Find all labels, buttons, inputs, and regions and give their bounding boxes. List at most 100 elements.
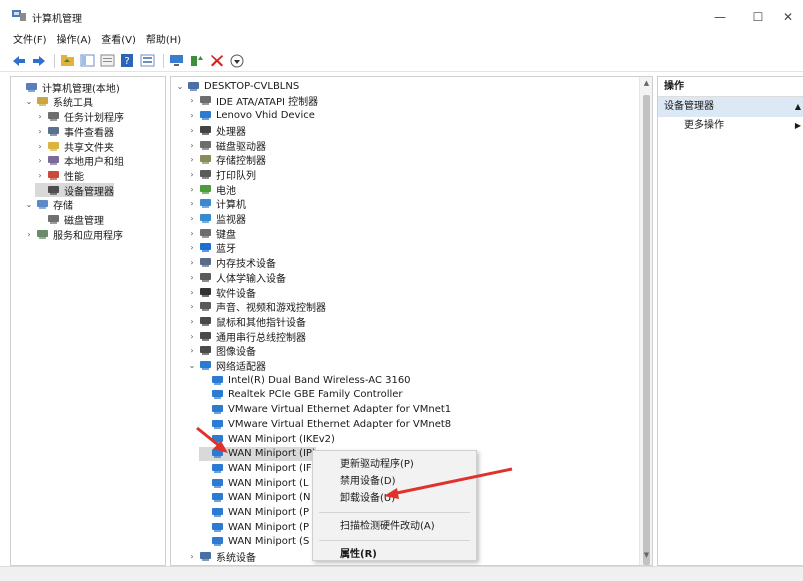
- back-icon[interactable]: [10, 53, 27, 69]
- device-tree-item[interactable]: › 磁盘驱动器: [187, 138, 266, 153]
- nav-tree-item[interactable]: 磁盘管理: [35, 212, 104, 227]
- expand-chevron-icon[interactable]: ›: [187, 288, 197, 297]
- collapse-chevron-icon[interactable]: ⌄: [175, 82, 185, 91]
- expand-chevron-icon[interactable]: ›: [187, 214, 197, 223]
- nav-tree-item[interactable]: 设备管理器: [35, 182, 114, 198]
- device-tree-item[interactable]: WAN Miniport (S: [199, 535, 309, 550]
- expand-chevron-icon[interactable]: ›: [35, 127, 45, 136]
- menu-action[interactable]: 操作(A): [52, 32, 97, 50]
- device-tree-item[interactable]: › 监视器: [187, 211, 246, 226]
- expand-chevron-icon[interactable]: ›: [35, 156, 45, 165]
- help-icon[interactable]: ?: [119, 53, 136, 69]
- properties-icon[interactable]: [99, 53, 116, 69]
- device-tree-item[interactable]: › 蓝牙: [187, 241, 236, 255]
- device-tree-item[interactable]: VMware Virtual Ethernet Adapter for VMne…: [199, 417, 451, 432]
- device-tree-item[interactable]: › 打印队列: [187, 167, 256, 182]
- device-tree-item[interactable]: › 声音、视频和游戏控制器: [187, 300, 326, 314]
- device-tree-item[interactable]: › 鼠标和其他指针设备: [187, 314, 306, 329]
- nav-tree-item[interactable]: › 服务和应用程序: [24, 227, 123, 242]
- collapse-arrow-icon[interactable]: ▲: [795, 97, 801, 117]
- action-section-device-manager[interactable]: 设备管理器 ▲: [658, 97, 803, 117]
- close-button[interactable]: ✕: [768, 6, 803, 28]
- up-folder-icon[interactable]: [59, 53, 76, 69]
- expand-chevron-icon[interactable]: ›: [187, 346, 197, 355]
- device-tree-item[interactable]: WAN Miniport (P: [199, 520, 309, 535]
- expand-chevron-icon[interactable]: ›: [187, 126, 197, 135]
- menu-help[interactable]: 帮助(H): [141, 32, 186, 50]
- collapse-chevron-icon[interactable]: ⌄: [24, 97, 34, 106]
- expand-chevron-icon[interactable]: ›: [35, 171, 45, 180]
- forward-icon[interactable]: [30, 53, 47, 69]
- device-tree-item[interactable]: › IDE ATA/ATAPI 控制器: [187, 94, 318, 108]
- expand-chevron-icon[interactable]: ›: [187, 258, 197, 267]
- nav-tree-item[interactable]: › 任务计划程序: [35, 109, 124, 124]
- device-tree-item[interactable]: › 内存技术设备: [187, 255, 276, 270]
- enable-device-icon[interactable]: [228, 53, 245, 69]
- properties-menu-item[interactable]: 属性(R): [313, 546, 476, 563]
- expand-chevron-icon[interactable]: ›: [187, 552, 197, 561]
- device-tree-item[interactable]: VMware Virtual Ethernet Adapter for VMne…: [199, 402, 451, 417]
- expand-chevron-icon[interactable]: ›: [187, 111, 197, 120]
- device-tree-item[interactable]: Intel(R) Dual Band Wireless-AC 3160: [199, 373, 411, 388]
- device-tree-item[interactable]: WAN Miniport (IP): [199, 446, 316, 462]
- uninstall-device-menu-item[interactable]: 卸载设备(U): [313, 490, 476, 507]
- device-tree-item[interactable]: WAN Miniport (N: [199, 491, 310, 506]
- nav-tree-item[interactable]: ⌄ 系统工具: [24, 95, 93, 109]
- more-actions-link[interactable]: 更多操作 ▶: [658, 117, 803, 135]
- device-tree-item[interactable]: › 存储控制器: [187, 153, 266, 167]
- device-tree-item[interactable]: ⌄ 网络适配器: [187, 358, 266, 373]
- device-tree-item[interactable]: › 键盘: [187, 226, 236, 241]
- menu-view[interactable]: 查看(V): [96, 32, 141, 50]
- device-tree-item[interactable]: WAN Miniport (L: [199, 476, 309, 491]
- disable-device-menu-item[interactable]: 禁用设备(D): [313, 473, 476, 490]
- expand-chevron-icon[interactable]: ›: [187, 96, 197, 105]
- device-tree-item[interactable]: ⌄ DESKTOP-CVLBLNS: [175, 79, 300, 94]
- expand-chevron-icon[interactable]: ›: [35, 112, 45, 121]
- expand-chevron-icon[interactable]: ›: [187, 302, 197, 311]
- show-hide-tree-icon[interactable]: [79, 53, 96, 69]
- expand-chevron-icon[interactable]: ›: [24, 230, 34, 239]
- scan-monitor-icon[interactable]: [168, 53, 185, 69]
- uninstall-icon[interactable]: [208, 53, 225, 69]
- view-icon[interactable]: [139, 53, 156, 69]
- scan-hardware-menu-item[interactable]: 扫描检测硬件改动(A): [313, 518, 476, 535]
- expand-chevron-icon[interactable]: ›: [187, 170, 197, 179]
- nav-tree-item[interactable]: › 共享文件夹: [35, 139, 114, 154]
- device-tree-scrollbar[interactable]: ▲ ▼: [639, 77, 652, 565]
- expand-chevron-icon[interactable]: ›: [187, 141, 197, 150]
- expand-chevron-icon[interactable]: ›: [187, 229, 197, 238]
- scroll-down-icon[interactable]: ▼: [640, 551, 652, 563]
- minimize-button[interactable]: —: [700, 6, 740, 28]
- device-tree-item[interactable]: › 处理器: [187, 123, 246, 138]
- collapse-chevron-icon[interactable]: ⌄: [24, 200, 34, 209]
- menu-file[interactable]: 文件(F): [8, 32, 52, 50]
- device-tree-item[interactable]: › 系统设备: [187, 549, 256, 564]
- expand-chevron-icon[interactable]: ›: [187, 185, 197, 194]
- device-tree-item[interactable]: Realtek PCIe GBE Family Controller: [199, 388, 403, 403]
- nav-tree-item[interactable]: › 事件查看器: [35, 124, 114, 139]
- device-tree-item[interactable]: › 通用串行总线控制器: [187, 329, 306, 344]
- device-tree-item[interactable]: WAN Miniport (IF: [199, 461, 312, 476]
- nav-tree-item[interactable]: › 性能: [35, 168, 84, 183]
- expand-chevron-icon[interactable]: ›: [187, 243, 197, 252]
- expand-chevron-icon[interactable]: ›: [35, 142, 45, 151]
- scroll-up-icon[interactable]: ▲: [640, 79, 652, 91]
- device-tree-item[interactable]: › 人体学输入设备: [187, 270, 286, 285]
- device-tree-item[interactable]: WAN Miniport (P: [199, 505, 309, 520]
- scrollbar-thumb[interactable]: [643, 95, 650, 565]
- expand-chevron-icon[interactable]: ›: [187, 273, 197, 282]
- expand-chevron-icon[interactable]: ›: [187, 199, 197, 208]
- device-tree-item[interactable]: › 图像设备: [187, 344, 256, 358]
- collapse-chevron-icon[interactable]: ⌄: [187, 361, 197, 370]
- device-tree-item[interactable]: › 计算机: [187, 197, 246, 211]
- expand-chevron-icon[interactable]: ›: [187, 317, 197, 326]
- update-driver-menu-item[interactable]: 更新驱动程序(P): [313, 456, 476, 473]
- device-tree-item[interactable]: › Lenovo Vhid Device: [187, 108, 315, 123]
- expand-chevron-icon[interactable]: ›: [187, 332, 197, 341]
- device-tree-item[interactable]: › 软件设备: [187, 285, 256, 300]
- expand-chevron-icon[interactable]: ›: [187, 155, 197, 164]
- device-tree-item[interactable]: WAN Miniport (IKEv2): [199, 432, 335, 447]
- device-tree-item[interactable]: › 电池: [187, 182, 236, 197]
- nav-tree-item[interactable]: ⌄ 存储: [24, 198, 73, 212]
- nav-tree-item[interactable]: › 本地用户和组: [35, 154, 124, 168]
